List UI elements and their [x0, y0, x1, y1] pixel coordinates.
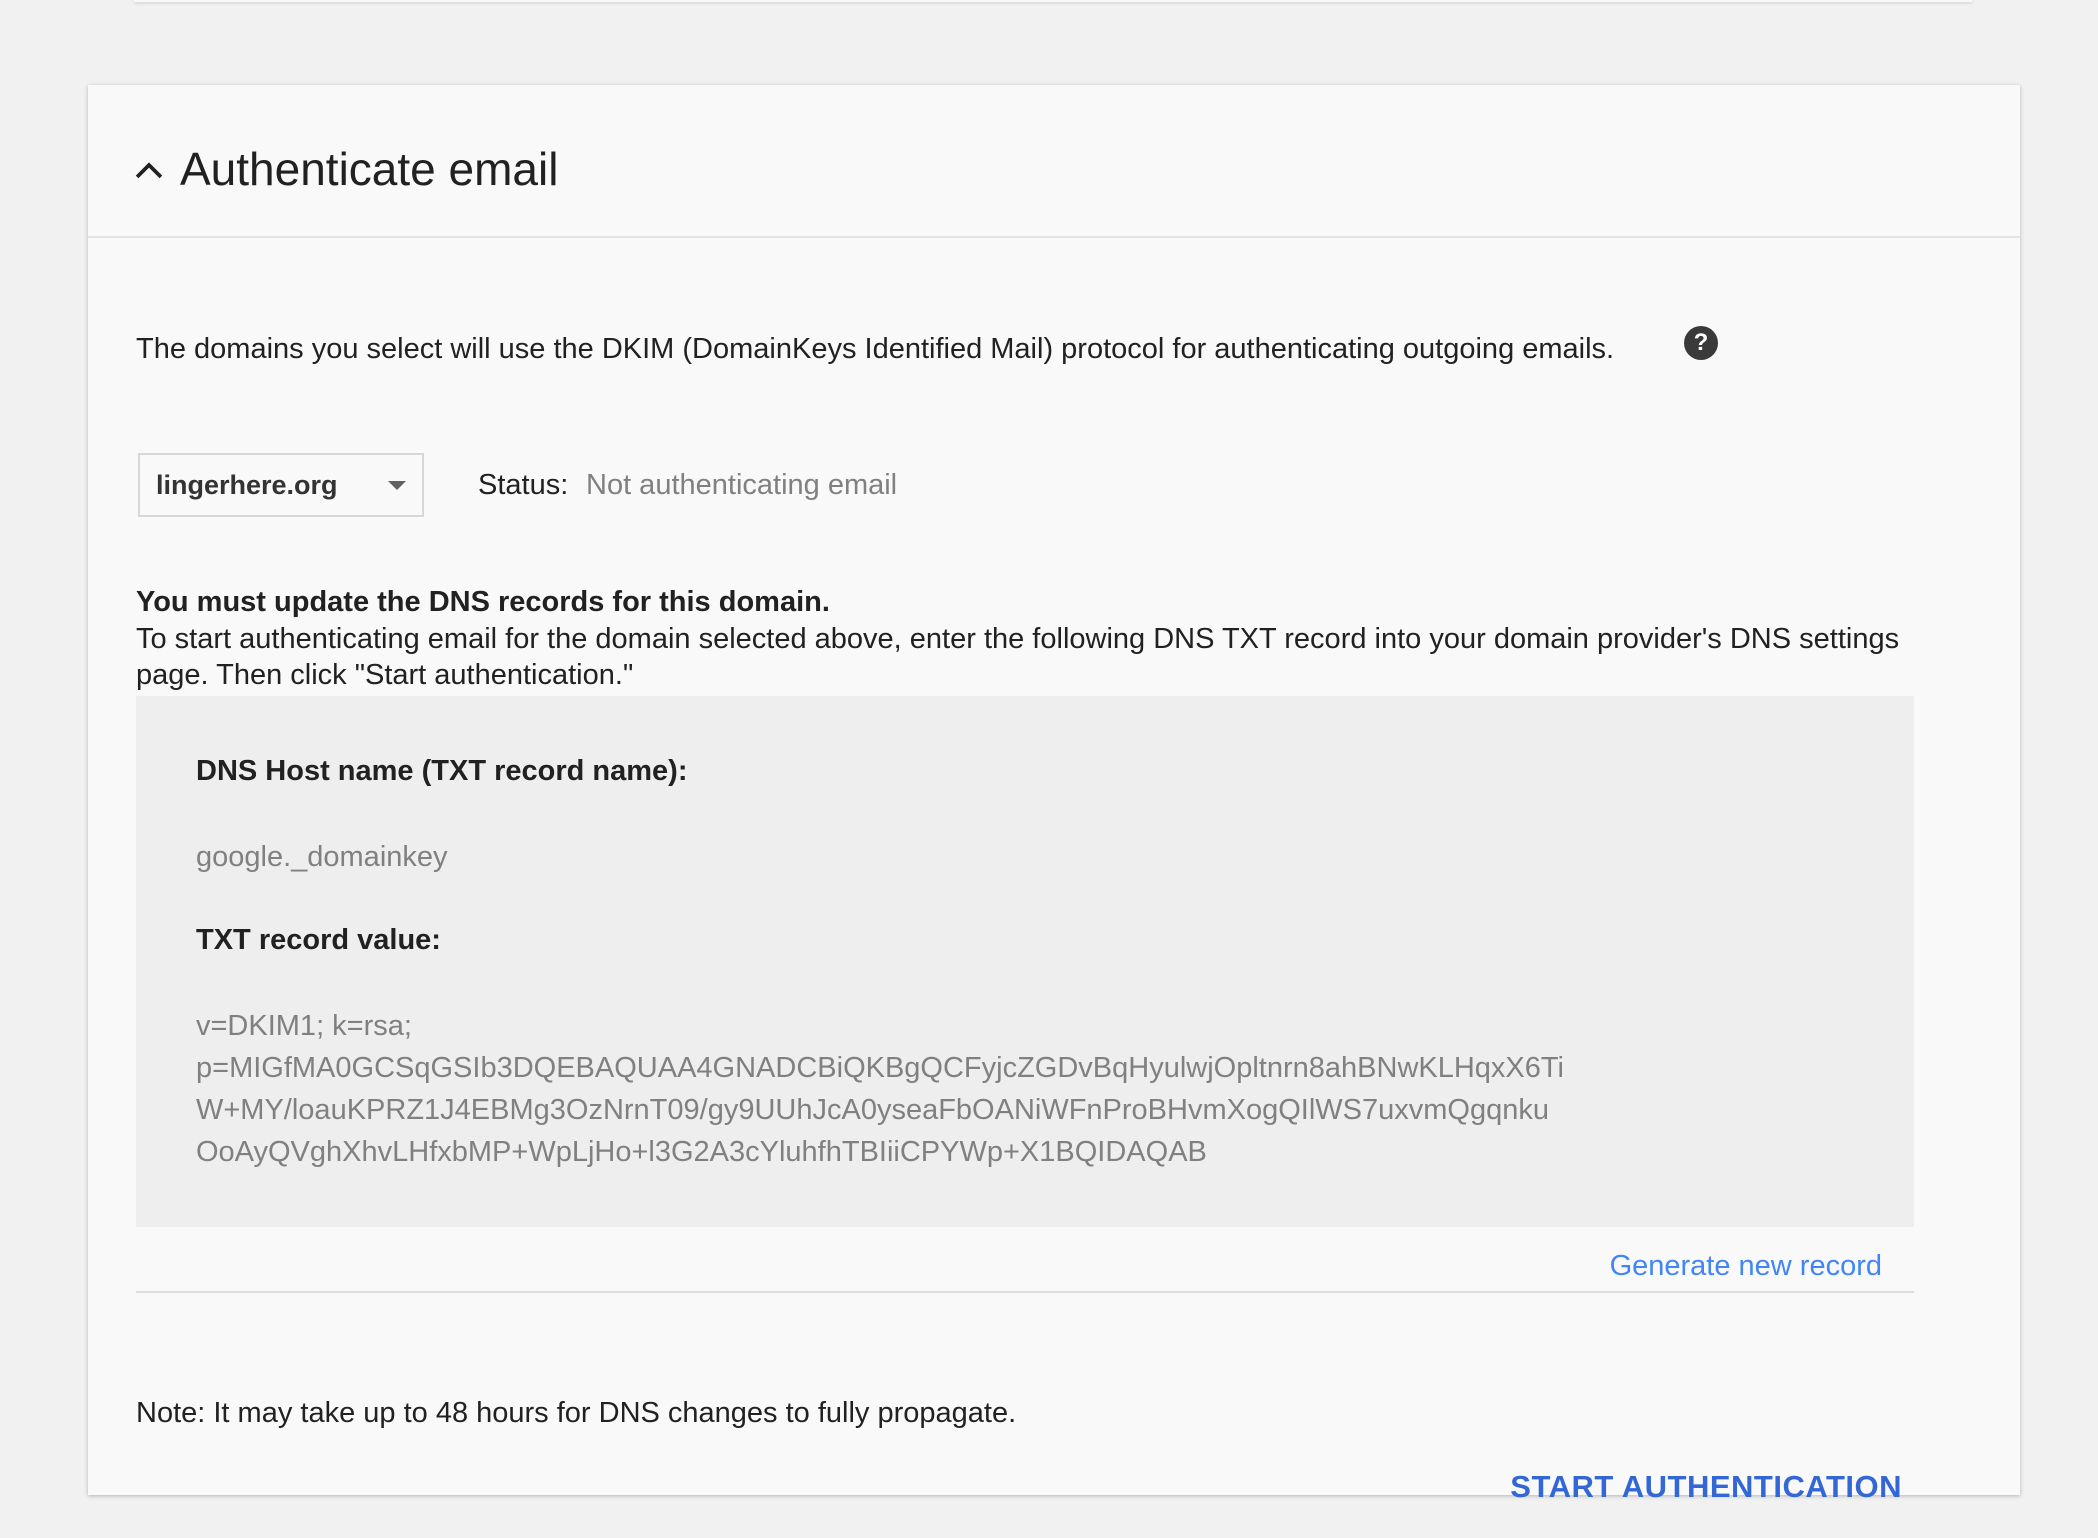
- generate-new-record-link[interactable]: Generate new record: [1610, 1246, 1882, 1286]
- card-header[interactable]: Authenticate email: [88, 85, 2020, 238]
- txt-record-value: v=DKIM1; k=rsa; p=MIGfMA0GCSqGSIb3DQEBAQ…: [196, 1010, 1564, 1168]
- domain-select-value: lingerhere.org: [156, 470, 338, 500]
- help-icon[interactable]: ?: [1684, 326, 1718, 360]
- txt-record-label: TXT record value:: [196, 924, 441, 956]
- dkim-description: The domains you select will use the DKIM…: [136, 333, 1615, 365]
- divider: [136, 1291, 1914, 1293]
- dns-instructions: To start authenticating email for the do…: [136, 623, 1900, 691]
- start-authentication-button[interactable]: START AUTHENTICATION: [1510, 1465, 1902, 1509]
- dns-host-value: google._domainkey: [196, 841, 448, 873]
- card-title: Authenticate email: [180, 143, 559, 195]
- dns-warning-title: You must update the DNS records for this…: [136, 586, 830, 618]
- authenticate-email-card: Authenticate email The domains you selec…: [88, 85, 2020, 1504]
- propagation-note: Note: It may take up to 48 hours for DNS…: [136, 1397, 1017, 1429]
- previous-card-edge: [134, 0, 1972, 2]
- chevron-up-icon[interactable]: [132, 153, 166, 187]
- dns-host-label: DNS Host name (TXT record name):: [196, 755, 688, 787]
- arrow-drop-down-icon: [388, 481, 406, 490]
- dns-record-box: DNS Host name (TXT record name): google.…: [136, 696, 1914, 1227]
- status-value: Not authenticating email: [586, 469, 898, 501]
- domain-select[interactable]: lingerhere.org: [138, 453, 424, 517]
- status-label: Status:: [478, 469, 569, 501]
